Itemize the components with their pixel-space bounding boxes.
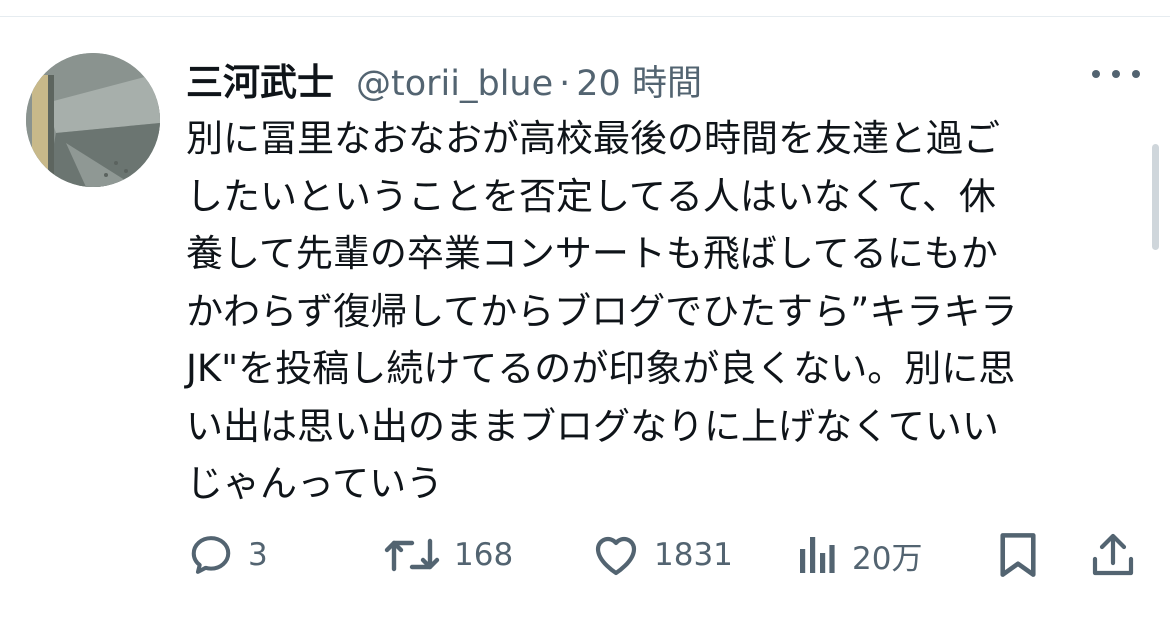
scrollbar[interactable] <box>1152 144 1159 250</box>
avatar-image <box>26 53 160 187</box>
top-divider <box>0 16 1170 17</box>
more-options-button[interactable] <box>1092 62 1140 86</box>
tweet-text-line: 別に冨里なおなおが高校最後の時間を友達と過ご <box>186 117 1000 160</box>
tweet-header: 三河武士 @torii_blue · 20 時間 <box>186 52 702 104</box>
tweet-text-line: JK"を投稿し続けてるのが印象が良くない。別に思 <box>186 347 1016 390</box>
view-count: 20万 <box>852 540 923 577</box>
like-count: 1831 <box>654 537 733 573</box>
reply-button[interactable]: 3 <box>188 525 268 585</box>
share-button[interactable] <box>1090 525 1136 585</box>
tweet-actions-bar: 3 168 1831 20万 <box>0 525 1170 585</box>
separator-dot: · <box>559 64 571 104</box>
more-horizontal-icon-dot <box>1132 70 1140 78</box>
tweet-text: 別に冨里なおなおが高校最後の時間を友達と過ご したいということを否定してる人はい… <box>186 110 1146 513</box>
like-button[interactable]: 1831 <box>592 525 733 585</box>
reply-count: 3 <box>248 537 268 573</box>
tweet-text-line: い出は思い出のままブログなりに上げなくていい <box>186 404 999 448</box>
more-horizontal-icon-dot <box>1112 70 1120 78</box>
tweet-text-line: じゃんっていう <box>186 462 444 505</box>
tweet-timestamp[interactable]: 20 時間 <box>576 55 702 106</box>
author-display-name[interactable]: 三河武士 <box>186 52 334 106</box>
tweet-text-line: 養して先輩の卒業コンサートも飛ばしてるにもか <box>186 232 998 275</box>
views-button[interactable]: 20万 <box>796 525 922 585</box>
bookmark-icon <box>1000 533 1036 577</box>
retweet-button[interactable]: 168 <box>384 525 513 585</box>
more-horizontal-icon <box>1092 70 1100 78</box>
bookmark-button[interactable] <box>998 525 1038 585</box>
reply-icon <box>191 536 231 574</box>
heart-icon <box>595 536 637 576</box>
tweet-text-line: したいということを否定してる人はいなくて、休 <box>186 174 996 218</box>
views-icon <box>800 537 835 573</box>
share-icon <box>1092 533 1134 576</box>
author-handle[interactable]: @torii_blue <box>356 64 553 104</box>
tweet-text-line: かわらず復帰してからブログでひたすら”キラキラ <box>186 289 1018 333</box>
avatar[interactable] <box>26 53 160 187</box>
retweet-icon <box>384 538 440 572</box>
retweet-count: 168 <box>454 537 514 573</box>
